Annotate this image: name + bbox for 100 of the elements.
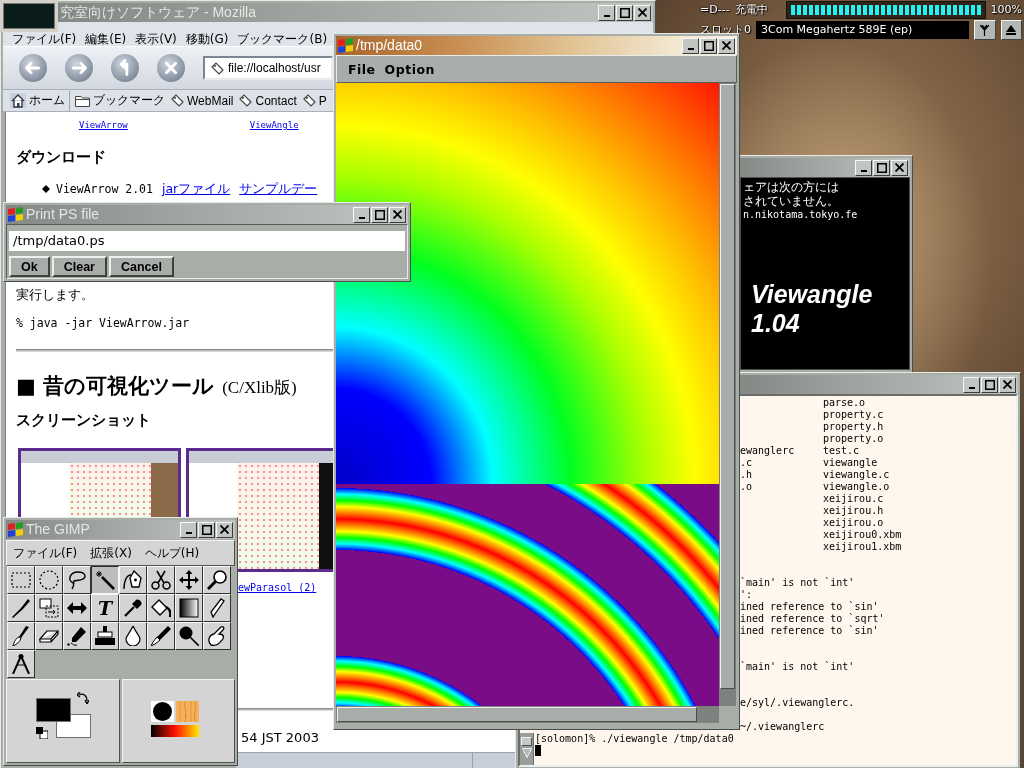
tool-button[interactable]: T [91, 594, 119, 622]
close-icon [895, 163, 904, 172]
flag-icon [8, 522, 23, 537]
page-heading: ■ 昔の可視化ツール [16, 373, 215, 400]
menu-item[interactable]: ヘルプ(H) [144, 544, 200, 562]
close-button[interactable] [891, 159, 908, 176]
back-button[interactable] [19, 54, 47, 82]
footer-text: 54 JST 2003 [241, 730, 319, 746]
maximize-icon [201, 524, 212, 535]
pen-nib-curve-icon [123, 570, 143, 590]
pencil-icon [207, 598, 227, 618]
link[interactable]: jarファイル [161, 180, 231, 198]
forward-button[interactable] [65, 54, 93, 82]
scrollbar-thumb[interactable] [521, 737, 532, 746]
minimize-icon [358, 217, 365, 219]
link[interactable]: ewParasol (2) [238, 581, 317, 595]
tool-button[interactable] [91, 566, 119, 594]
maximize-button[interactable] [700, 37, 717, 54]
terminal-text: [solomon]% ./viewangle /tmp/data0 [535, 733, 734, 745]
bookmark-tag-icon [239, 94, 253, 107]
close-button[interactable] [634, 4, 651, 21]
minimize-button[interactable] [855, 159, 872, 176]
maximize-button[interactable] [981, 376, 998, 393]
filename-field[interactable]: /tmp/data0.ps [9, 231, 405, 251]
maximize-icon [984, 379, 995, 390]
eject-button[interactable] [1000, 20, 1022, 40]
menu-item[interactable]: 拡張(X) [90, 544, 132, 562]
link[interactable]: ViewArrow [79, 119, 128, 131]
maximize-button[interactable] [198, 521, 215, 538]
foreground-color-swatch[interactable] [36, 698, 71, 722]
minimize-button[interactable] [598, 4, 615, 21]
reload-button[interactable] [111, 54, 139, 82]
close-icon [1003, 380, 1012, 389]
window-title: The GIMP [26, 520, 90, 539]
screenshot-thumbnail[interactable] [18, 448, 181, 517]
section-heading: スクリーンショット [16, 411, 151, 430]
bookmark-button[interactable]: ブックマーク [74, 90, 166, 111]
dashed-rectangle-icon [11, 570, 31, 590]
close-icon [638, 8, 647, 17]
dialog-button[interactable]: Cancel [108, 256, 174, 277]
menu-item[interactable]: ファイル(F) [12, 32, 77, 46]
menu-item[interactable]: 移動(G) [185, 32, 229, 46]
bookmark-button[interactable]: P [301, 90, 328, 111]
window-title: Print PS file [26, 205, 100, 224]
x-icon [157, 54, 185, 82]
maximize-button[interactable] [873, 159, 890, 176]
finger-icon [207, 626, 227, 646]
terminal-text: ~/.viewanglerc [740, 721, 825, 733]
close-button[interactable] [999, 376, 1016, 393]
dialog-button[interactable]: Ok [9, 256, 50, 277]
menu-item[interactable]: ブックマーク(B) [237, 32, 328, 46]
menu-item[interactable]: 表示(V) [135, 32, 177, 46]
terminal-text: .c [740, 457, 753, 469]
folder-icon [75, 94, 90, 107]
minimize-button[interactable] [963, 376, 980, 393]
menu-item[interactable]: 編集(E) [85, 32, 127, 46]
dialog-button[interactable]: Clear [51, 256, 107, 277]
menu-item[interactable]: File [348, 61, 376, 77]
title-bar[interactable] [740, 375, 1018, 394]
close-button[interactable] [216, 521, 233, 538]
minimize-button[interactable] [353, 206, 370, 223]
paragraph: 実行します。 [16, 287, 94, 303]
terminal-text: test.c [823, 445, 860, 457]
close-button[interactable] [389, 206, 406, 223]
bookmark-button[interactable]: Contact [238, 90, 298, 111]
stop-button[interactable] [157, 54, 185, 82]
terminal-text: property.o [823, 433, 884, 445]
maximize-button[interactable] [371, 206, 388, 223]
scrollbar[interactable] [520, 733, 534, 765]
terminal-text: .o [740, 481, 753, 493]
minimize-icon [968, 387, 975, 389]
terminal-text: ined reference to `sqrt' [740, 613, 885, 625]
minimize-button[interactable] [682, 37, 699, 54]
house-icon [10, 93, 26, 108]
menu-item[interactable]: Option [384, 61, 435, 77]
bookmark-button[interactable]: WebMail [170, 90, 235, 111]
antenna-icon [980, 24, 990, 36]
section-heading: ダウンロード [16, 148, 106, 167]
bookmark-tag-icon [302, 94, 316, 107]
version-text: 1.04 [751, 309, 800, 338]
url-field[interactable]: file://localhost/usr [203, 56, 333, 80]
brush-circle-icon [150, 701, 174, 722]
horizontal-scrollbar[interactable] [336, 706, 719, 723]
eyedropper-icon [123, 598, 143, 618]
maximize-icon [374, 209, 385, 220]
title-bar[interactable]: /tmp/data0 [336, 36, 737, 55]
title-bar[interactable] [740, 158, 910, 177]
link[interactable]: サンプルデー [239, 180, 318, 198]
compass-icon [11, 654, 31, 674]
maximize-button[interactable] [616, 4, 633, 21]
bookmark-button[interactable]: ホーム [9, 90, 70, 111]
menu-item[interactable]: ファイル(F) [13, 544, 78, 562]
down-arrow-icon [521, 748, 532, 758]
card-status-button[interactable] [974, 20, 996, 40]
scrollbar-thumb[interactable] [337, 707, 697, 722]
close-button[interactable] [718, 37, 735, 54]
link[interactable]: ViewAngle [249, 119, 299, 131]
stamp-icon [95, 626, 115, 646]
lasso-icon [67, 570, 87, 590]
minimize-button[interactable] [180, 521, 197, 538]
